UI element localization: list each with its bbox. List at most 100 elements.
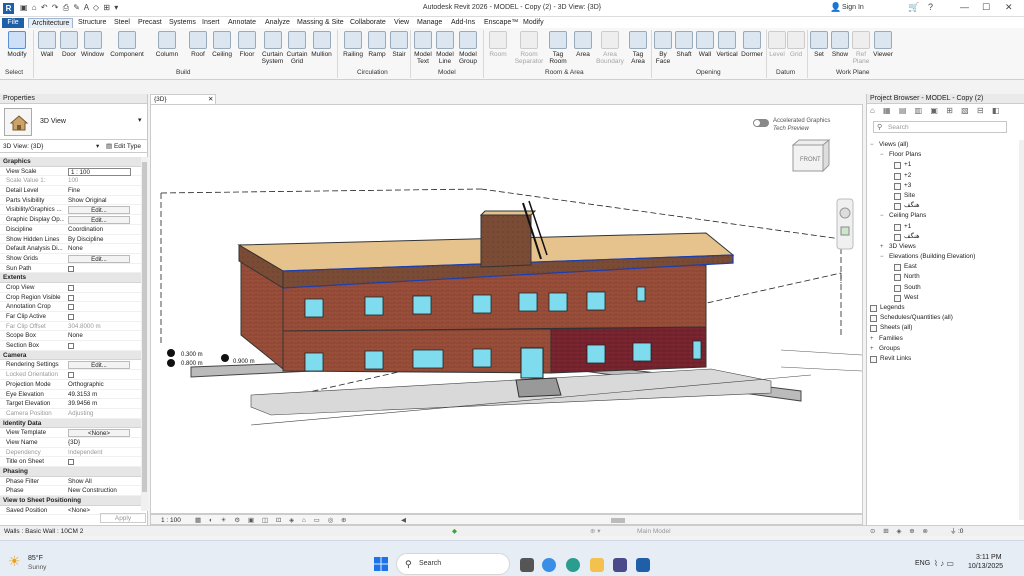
property-row[interactable]: Far Clip Active <box>0 312 141 322</box>
navigation-bar[interactable] <box>836 198 854 250</box>
property-row[interactable]: Target Elevation 39.9456 m <box>0 399 141 409</box>
property-row[interactable]: Scale Value 1: 100 <box>0 176 141 187</box>
property-group-header[interactable]: View to Sheet Positioning <box>0 496 141 506</box>
browser-toolbar-icons[interactable]: ⌂ ▦ ▤ ▥ ▣ ⊞ ▧ ⊟ ◧ <box>870 106 1002 115</box>
tab-precast[interactable]: Precast <box>135 18 165 28</box>
model-canvas[interactable]: 0.300 m 0.800 m 0.900 m Accelerated Grap… <box>151 105 863 513</box>
property-checkbox[interactable] <box>68 314 74 320</box>
grid-button[interactable]: Grid <box>787 31 805 58</box>
browser-tree-node[interactable]: East <box>867 262 1019 272</box>
property-row[interactable]: Show Grids Edit... <box>0 254 141 264</box>
properties-scrollbar[interactable] <box>141 157 148 511</box>
browser-tree-node[interactable]: +3 <box>867 181 1019 191</box>
wall-opening-button[interactable]: Wall <box>695 31 715 58</box>
model-line-button[interactable]: Model Line <box>434 31 456 65</box>
view-cube[interactable]: FRONT <box>791 138 831 173</box>
building-front-lower-dark-wall[interactable] <box>550 326 707 374</box>
property-checkbox[interactable] <box>68 372 74 379</box>
property-row[interactable]: Phase New Construction <box>0 486 141 497</box>
property-row[interactable]: View Scale 1 : 100 <box>0 167 141 177</box>
browser-tree-node[interactable]: North <box>867 272 1019 282</box>
edge-icon[interactable] <box>566 558 580 572</box>
browser-tree-node[interactable]: هنگف <box>867 201 1019 211</box>
ceiling-button[interactable]: Ceiling <box>209 31 235 58</box>
level-button[interactable]: Level <box>768 31 786 58</box>
railing-button[interactable]: Railing <box>340 31 366 58</box>
collapse-icon[interactable]: − <box>880 211 884 221</box>
close-button[interactable]: ✕ <box>1005 2 1013 13</box>
tab-architecture[interactable]: Architecture <box>28 18 74 28</box>
browser-tree-node[interactable]: Sheets (all) <box>867 323 1019 333</box>
browser-tree-node[interactable]: South <box>867 283 1019 293</box>
tab-view[interactable]: View <box>391 18 412 28</box>
column-button[interactable]: Column <box>152 31 182 58</box>
collapse-icon[interactable]: − <box>880 150 884 160</box>
roof-button[interactable]: Roof <box>186 31 210 58</box>
browser-tree-node[interactable]: West <box>867 293 1019 303</box>
tab-analyze[interactable]: Analyze <box>262 18 293 28</box>
chevron-down-icon[interactable]: ▾ <box>138 116 142 124</box>
area-button[interactable]: Area <box>572 31 594 58</box>
property-checkbox[interactable] <box>68 304 74 311</box>
window-button[interactable]: Window <box>79 31 106 58</box>
door-button[interactable]: Door <box>58 31 80 58</box>
property-row[interactable]: Far Clip Offset 304.8000 m <box>0 322 141 332</box>
entrance-door[interactable] <box>520 347 544 379</box>
browser-tree-node[interactable]: Schedules/Quantities (all) <box>867 313 1019 323</box>
view-cube-face[interactable]: FRONT <box>800 157 821 163</box>
tab-collaborate[interactable]: Collaborate <box>347 18 389 28</box>
property-checkbox[interactable] <box>68 459 74 466</box>
property-row[interactable]: Parts Visibility Show Original <box>0 196 141 206</box>
tab-enscape[interactable]: Enscape™ <box>481 18 521 28</box>
set-button[interactable]: Set <box>809 31 829 58</box>
property-row[interactable]: View Name {3D} <box>0 438 141 448</box>
edge-browser-icon[interactable] <box>542 558 556 572</box>
viewer-button[interactable]: Viewer <box>872 31 894 58</box>
property-row[interactable]: Camera Position Adjusting <box>0 409 141 419</box>
property-value[interactable]: Edit... <box>68 216 130 225</box>
network-volume-icons[interactable]: ⌇ ♪ ▭ <box>934 559 954 568</box>
property-row[interactable]: Dependency Independent <box>0 448 141 458</box>
clock-time[interactable]: 3:11 PM <box>976 554 1002 561</box>
tab-manage[interactable]: Manage <box>414 18 445 28</box>
property-row[interactable]: Sun Path <box>0 264 141 274</box>
browser-tree-node[interactable]: +1 <box>867 160 1019 170</box>
task-view-icon[interactable] <box>520 558 534 572</box>
scroll-thumb[interactable] <box>142 162 147 492</box>
language-indicator[interactable]: ENG <box>915 560 930 567</box>
browser-tree-node[interactable]: + Families <box>867 334 1019 344</box>
browser-tree-node[interactable]: Revit Links <box>867 354 1019 364</box>
property-value[interactable]: Edit... <box>68 254 130 263</box>
help-icon[interactable]: ? <box>928 2 933 12</box>
property-group-header[interactable]: Graphics <box>0 157 141 167</box>
tab-file[interactable]: File <box>2 18 24 28</box>
property-row[interactable]: Annotation Crop <box>0 302 141 312</box>
property-group-header[interactable]: Phasing <box>0 467 141 477</box>
property-row[interactable]: Default Analysis Di... None <box>0 244 141 254</box>
property-row[interactable]: View Template <None> <box>0 428 141 438</box>
instance-filter[interactable]: 3D View: {3D} ▾ ▤ Edit Type <box>0 140 147 153</box>
panel-select[interactable]: Select <box>5 69 23 76</box>
weather-icon[interactable]: ☀ <box>8 553 21 570</box>
start-button[interactable] <box>374 557 388 571</box>
property-row[interactable]: Section Box <box>0 341 141 351</box>
property-row[interactable]: Detail Level Fine <box>0 186 141 196</box>
stair-button[interactable]: Stair <box>388 31 410 58</box>
3d-viewport[interactable]: 0.300 m 0.800 m 0.900 m Accelerated Grap… <box>150 104 863 514</box>
clock-date[interactable]: 10/13/2025 <box>968 563 1003 570</box>
property-row[interactable]: Crop Region Visible <box>0 293 141 303</box>
minimize-button[interactable]: — <box>960 2 969 12</box>
browser-tree-node[interactable]: − Elevations (Building Elevation) <box>867 252 1019 262</box>
browser-scrollbar[interactable] <box>1019 140 1024 520</box>
room-separator-button[interactable]: Room Separator <box>512 31 546 65</box>
store-icon[interactable] <box>613 558 627 572</box>
shaft-button[interactable]: Shaft <box>673 31 695 58</box>
browser-tree-node[interactable]: − Ceiling Plans <box>867 211 1019 221</box>
wall-button[interactable]: Wall <box>36 31 58 58</box>
tag-room-button[interactable]: Tag Room <box>546 31 570 65</box>
entrance-steps[interactable] <box>515 377 562 398</box>
tab-steel[interactable]: Steel <box>111 18 133 28</box>
property-row[interactable]: Show Hidden Lines By Discipline <box>0 235 141 245</box>
revit-taskbar-icon[interactable] <box>636 558 650 572</box>
browser-tree-node[interactable]: +3D Views <box>867 242 1019 252</box>
